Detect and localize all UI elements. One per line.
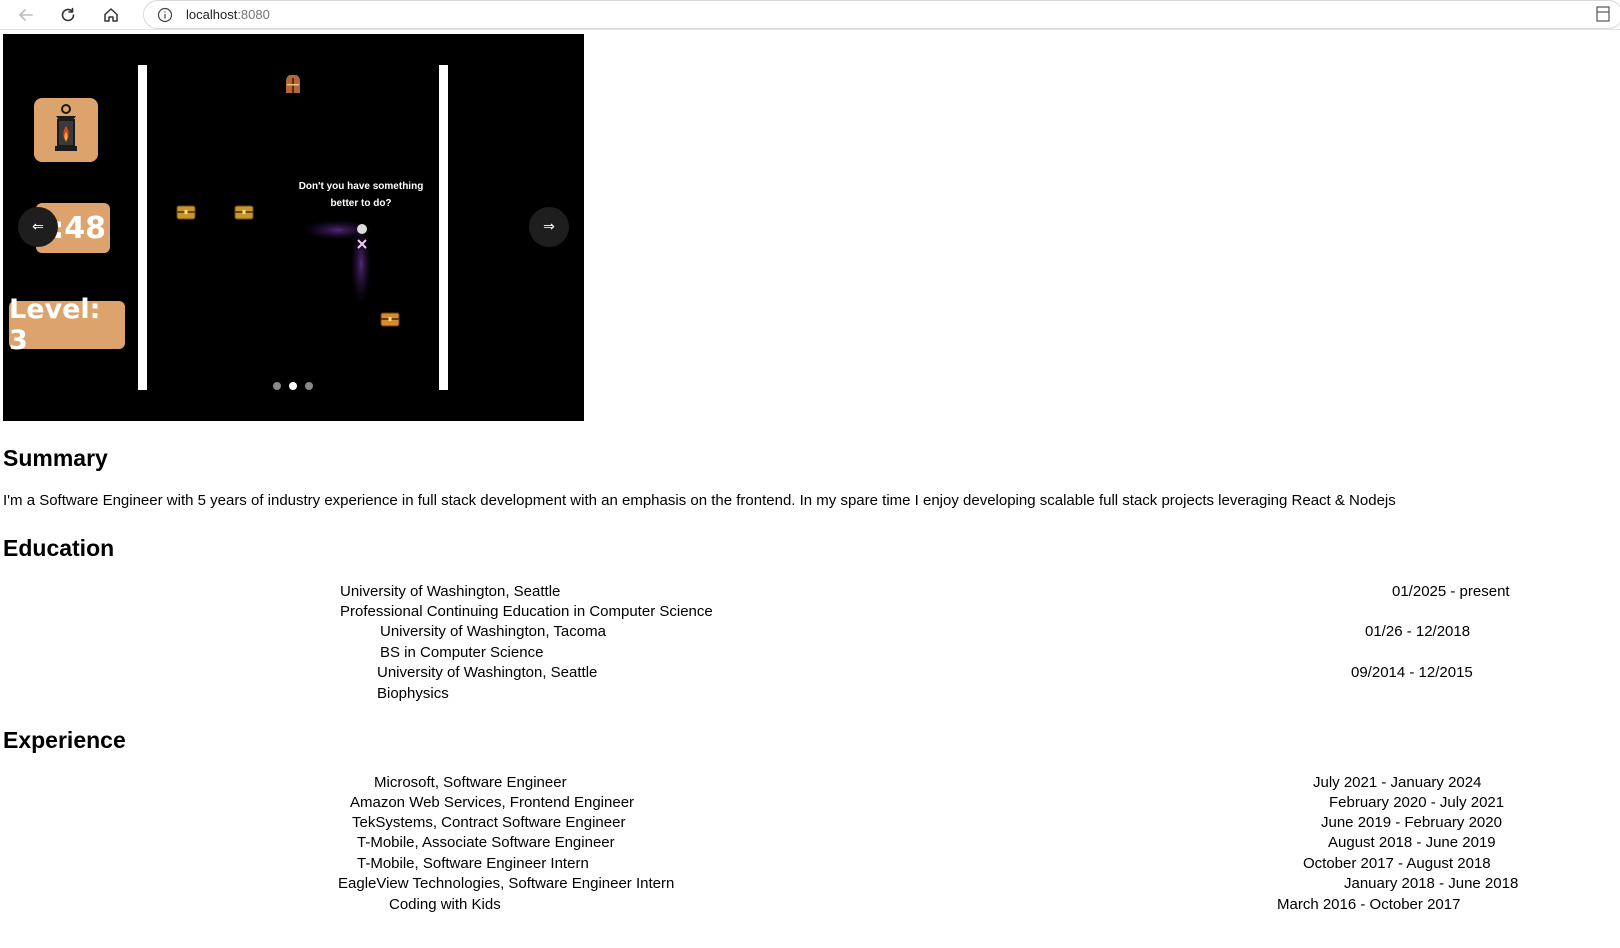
education-program: Professional Continuing Education in Com… <box>340 603 713 620</box>
lantern-icon <box>55 104 77 151</box>
url-port: :8080 <box>237 7 270 22</box>
experience-title: Coding with Kids <box>389 896 501 913</box>
url-host: localhost <box>186 7 238 22</box>
site-info-button[interactable] <box>156 6 174 24</box>
experience-dates: January 2018 - June 2018 <box>1344 875 1519 892</box>
player-sprite <box>303 220 373 304</box>
experience-title: Microsoft, Software Engineer <box>374 774 567 791</box>
game-dialog-text: Don't you have something better to do? <box>298 181 424 209</box>
education-school: University of Washington, Seattle <box>340 583 561 600</box>
carousel-prev-button[interactable]: ⇐ <box>18 207 58 247</box>
education-school: University of Washington, Seattle <box>377 664 598 681</box>
education-heading: Education <box>3 535 115 561</box>
education-school: University of Washington, Tacoma <box>380 623 606 640</box>
back-button[interactable] <box>13 2 39 28</box>
right-wall <box>439 65 448 390</box>
experience-dates: February 2020 - July 2021 <box>1329 794 1505 811</box>
experience-title: Amazon Web Services, Frontend Engineer <box>350 794 635 811</box>
next-arrow-icon: ⇒ <box>543 219 555 235</box>
carousel-slide: 0:48 Level: 3 Don't you have something b… <box>3 34 584 421</box>
carousel-dot-3[interactable] <box>305 382 313 390</box>
experience-dates: June 2019 - February 2020 <box>1321 814 1502 831</box>
carousel-dot-2[interactable] <box>289 382 297 390</box>
address-bar[interactable]: localhost:8080 <box>143 0 1620 29</box>
sidebar-toggle-icon[interactable] <box>1596 6 1610 22</box>
browser-toolbar: localhost:8080 <box>0 0 1620 30</box>
experience-dates: March 2016 - October 2017 <box>1277 896 1461 913</box>
carousel-dot-1[interactable] <box>273 382 281 390</box>
left-wall <box>138 65 147 390</box>
prev-arrow-icon: ⇐ <box>32 219 44 235</box>
treasure-chest-icon <box>380 312 400 327</box>
education-dates: 01/26 - 12/2018 <box>1365 623 1471 640</box>
url-text[interactable]: localhost:8080 <box>186 7 270 22</box>
door-icon <box>286 75 300 93</box>
carousel-next-button[interactable]: ⇒ <box>529 207 569 247</box>
reload-button[interactable] <box>55 2 81 28</box>
level-text: Level: 3 <box>9 294 101 356</box>
treasure-chest-icon <box>176 205 196 220</box>
treasure-chest-icon <box>234 205 254 220</box>
experience-dates: July 2021 - January 2024 <box>1313 774 1482 791</box>
experience-heading: Experience <box>3 727 126 753</box>
experience-dates: August 2018 - June 2019 <box>1328 834 1496 851</box>
experience-title: EagleView Technologies, Software Enginee… <box>338 875 675 892</box>
education-dates: 09/2014 - 12/2015 <box>1351 664 1473 681</box>
lantern-hud <box>34 98 98 162</box>
back-arrow-icon <box>19 9 33 21</box>
level-hud: Level: 3 <box>9 294 125 356</box>
experience-title: TekSystems, Contract Software Engineer <box>352 814 626 831</box>
project-carousel: 0:48 Level: 3 Don't you have something b… <box>3 34 584 421</box>
info-icon <box>157 7 173 23</box>
experience-title: T-Mobile, Associate Software Engineer <box>357 834 615 851</box>
summary-text: I'm a Software Engineer with 5 years of … <box>3 492 1396 509</box>
experience-dates: October 2017 - August 2018 <box>1303 855 1491 872</box>
home-icon <box>104 8 118 22</box>
education-dates: 01/2025 - present <box>1392 583 1510 600</box>
education-program: Biophysics <box>377 685 449 702</box>
education-program: BS in Computer Science <box>380 644 544 661</box>
experience-title: T-Mobile, Software Engineer Intern <box>357 855 589 872</box>
summary-heading: Summary <box>3 445 108 471</box>
home-button[interactable] <box>98 2 124 28</box>
reload-icon <box>61 7 75 22</box>
